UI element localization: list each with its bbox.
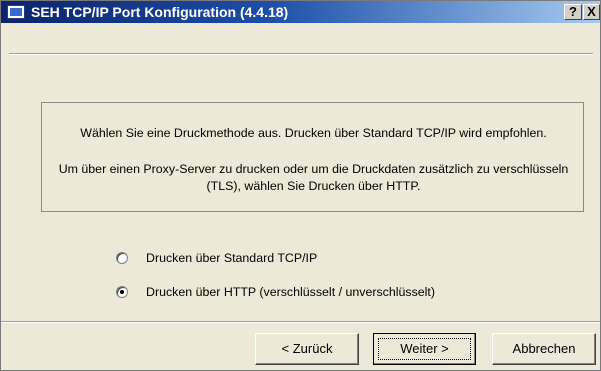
info-panel: Wählen Sie eine Druckmethode aus. Drucke… xyxy=(41,102,584,212)
cancel-button[interactable]: Abbrechen xyxy=(492,333,596,365)
app-icon xyxy=(7,5,25,19)
focus-rectangle xyxy=(378,338,471,360)
next-button[interactable]: Weiter > xyxy=(373,333,476,365)
radio-label-http: Drucken über HTTP (verschlüsselt / unver… xyxy=(146,285,435,299)
top-divider xyxy=(9,53,593,55)
dialog-window: SEH TCP/IP Port Konfiguration (4.4.18) ?… xyxy=(0,0,601,371)
radio-button-unchecked[interactable] xyxy=(116,252,128,264)
bottom-divider xyxy=(1,321,600,323)
window-title: SEH TCP/IP Port Konfiguration (4.4.18) xyxy=(31,4,289,20)
info-text-recommendation: Wählen Sie eine Druckmethode aus. Drucke… xyxy=(80,126,547,140)
radio-option-standard-tcpip[interactable]: Drucken über Standard TCP/IP xyxy=(116,251,317,265)
radio-option-http[interactable]: Drucken über HTTP (verschlüsselt / unver… xyxy=(116,285,435,299)
close-button[interactable]: X xyxy=(583,4,600,20)
back-button[interactable]: < Zurück xyxy=(255,333,359,365)
title-bar[interactable]: SEH TCP/IP Port Konfiguration (4.4.18) ?… xyxy=(1,1,600,23)
info-text-proxy-tls: Um über einen Proxy-Server zu drucken od… xyxy=(58,162,569,193)
radio-label-standard-tcpip: Drucken über Standard TCP/IP xyxy=(146,251,318,265)
radio-button-checked[interactable] xyxy=(116,286,128,298)
help-button[interactable]: ? xyxy=(564,4,582,20)
